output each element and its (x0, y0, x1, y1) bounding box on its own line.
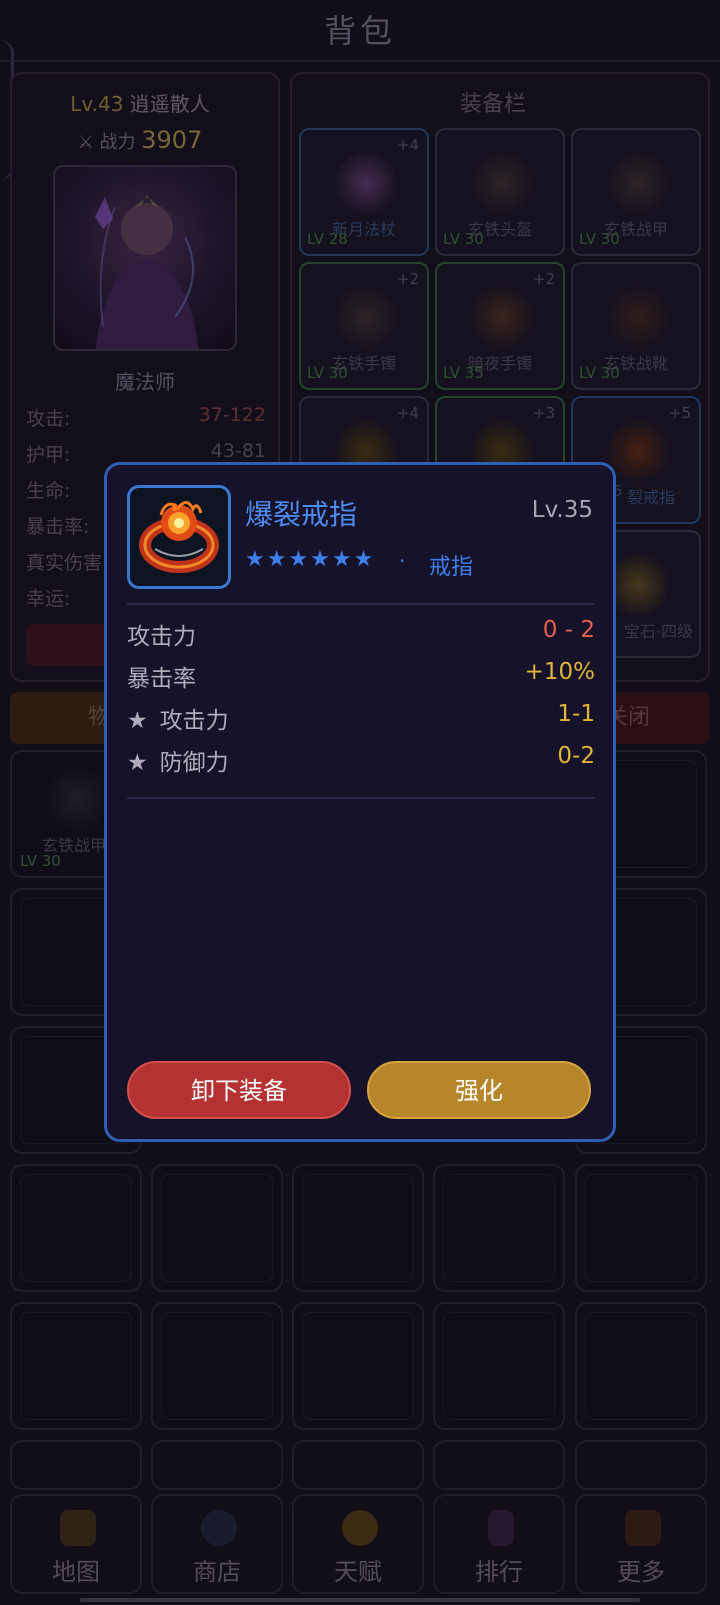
attr-label: 暴击率 (127, 666, 196, 692)
separator: · (399, 549, 406, 573)
attr-value: 0 - 2 (542, 617, 595, 643)
attr-value: +10% (524, 659, 595, 685)
attr-label: 防御力 (159, 750, 229, 776)
attr-value: 0-2 (557, 743, 595, 769)
unequip-button[interactable]: 卸下装备 (127, 1061, 351, 1119)
item-name: 爆裂戒指 (245, 498, 358, 531)
attr-row: 暴击率 +10% (127, 659, 595, 693)
attr-label: 攻击力 (127, 624, 196, 650)
enhance-button[interactable]: 强化 (367, 1061, 591, 1119)
attr-row: 攻击力 0 - 2 (127, 617, 595, 651)
attr-row-bonus: ★ 防御力 0-2 (127, 743, 595, 777)
attr-row-bonus: ★ 攻击力 1-1 (127, 701, 595, 735)
fire-ring-icon (139, 501, 219, 573)
item-level: Lv.35 (531, 497, 593, 523)
attr-value: 1-1 (557, 701, 595, 727)
star-icon: ★ (127, 708, 148, 734)
star-icon: ★ (127, 750, 148, 776)
divider (127, 603, 595, 605)
item-icon-frame (127, 485, 231, 589)
divider (127, 797, 595, 799)
item-detail-modal: 爆裂戒指 Lv.35 ★★★★★★ · 戒指 攻击力 0 - 2 暴击率 +10… (104, 462, 616, 1142)
item-stars: ★★★★★★ (245, 547, 376, 572)
item-type: 戒指 (429, 555, 474, 580)
attr-label: 攻击力 (159, 708, 229, 734)
